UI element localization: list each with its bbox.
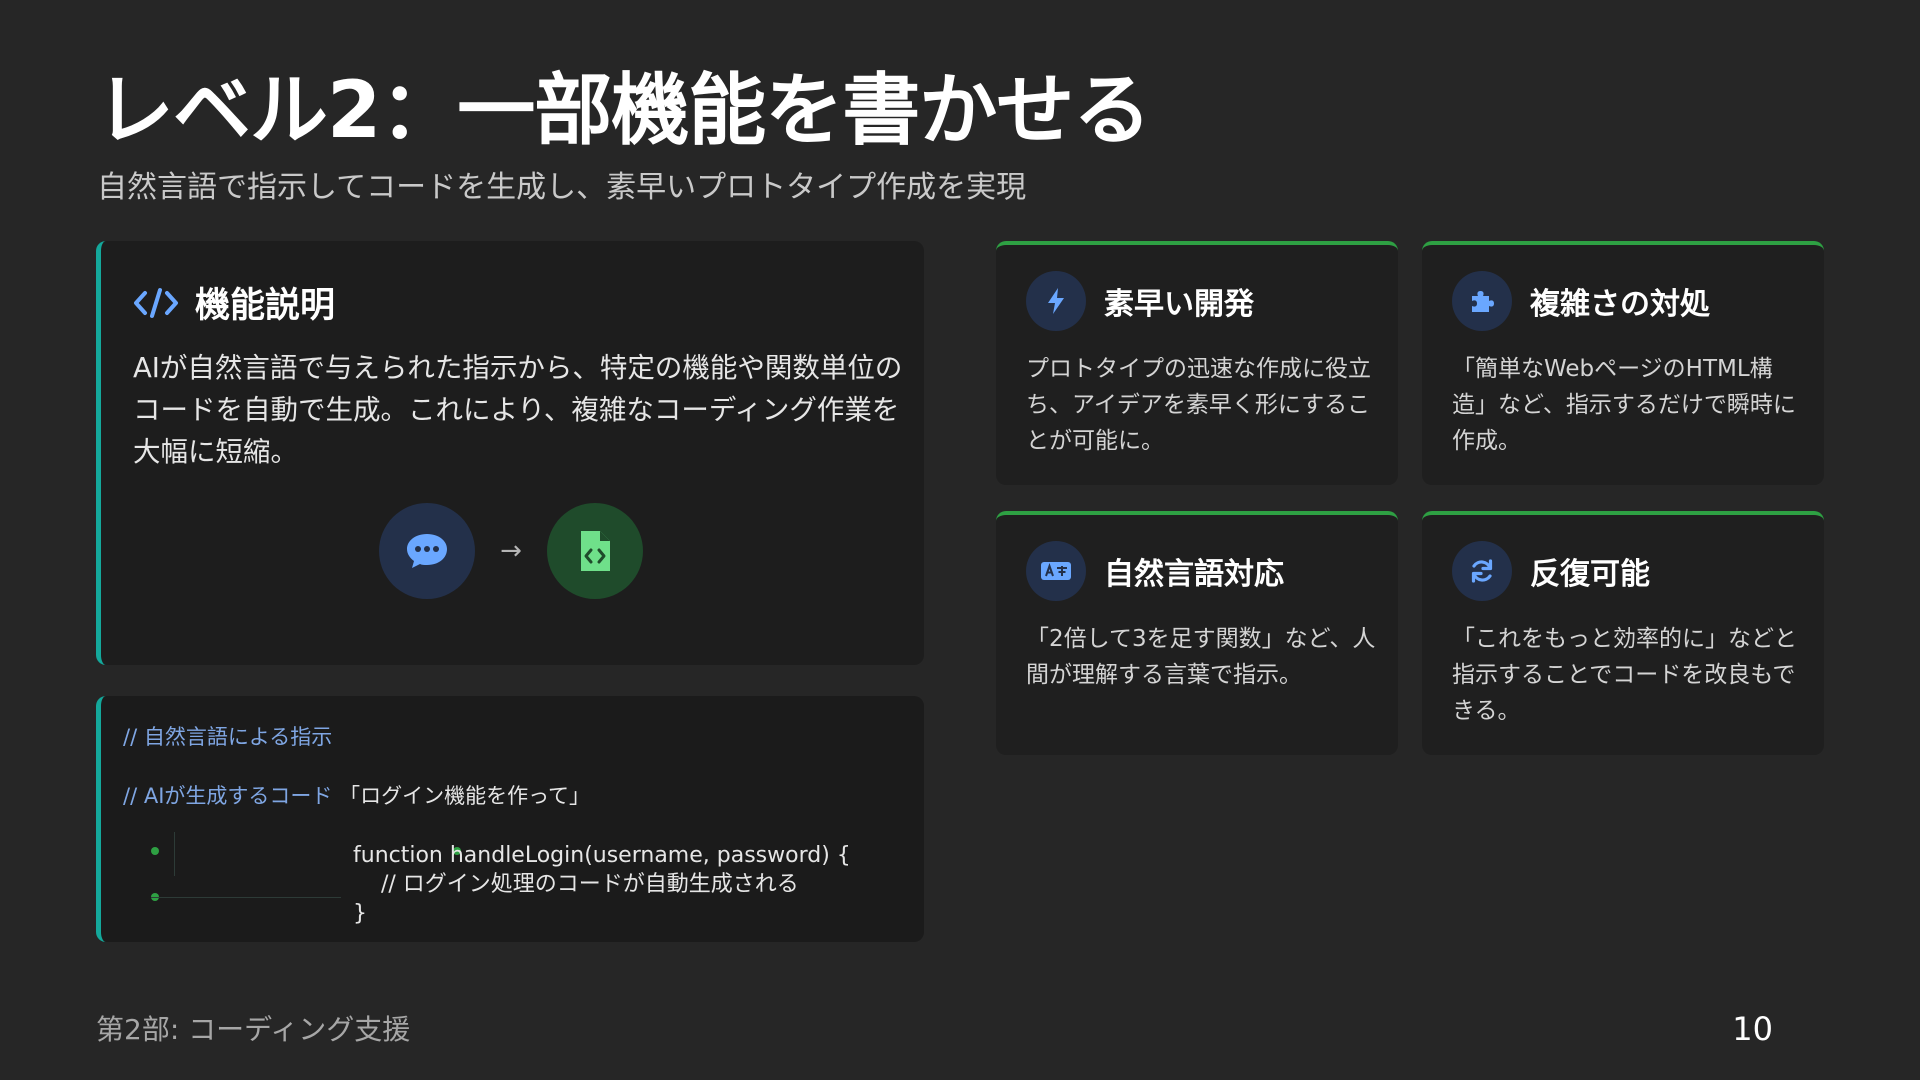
feature-text: 「簡単なWebページのHTML構造」など、指示するだけで瞬時に作成。 (1452, 356, 1796, 454)
generated-code-block: function handleLogin(username, password)… (353, 841, 851, 928)
code-example-card: // 自然言語による指示 // AIが生成するコード 「ログイン機能を作って」 … (96, 696, 924, 942)
connector-line (174, 832, 175, 876)
bolt-icon (1026, 271, 1086, 331)
chat-bubble-icon (379, 503, 475, 599)
feature-text: 「2倍して3を足す関数」など、人間が理解する言葉で指示。 (1026, 626, 1376, 688)
instruction-quote: 「ログイン機能を作って」 (339, 784, 591, 808)
feature-card-header: 素早い開発 (1026, 271, 1254, 331)
page-number: 10 (1732, 1010, 1773, 1048)
connector-line (151, 897, 341, 898)
code-comment-generated: // AIが生成するコード 「ログイン機能を作って」 (123, 780, 590, 810)
feature-card-fast-development: 素早い開発 プロトタイプの迅速な作成に役立ち、アイデアを素早く形にすることが可能… (996, 241, 1398, 485)
language-icon (1026, 541, 1086, 601)
code-line: function handleLogin(username, password)… (353, 843, 851, 868)
feature-card-header: 自然言語対応 (1026, 541, 1284, 601)
feature-card-header: 反復可能 (1452, 541, 1650, 601)
description-card-title: 機能説明 (195, 286, 336, 326)
code-line: } (353, 901, 367, 926)
description-card: 機能説明 AIが自然言語で与えられた指示から、特定の機能や関数単位のコードを自動… (96, 241, 924, 665)
feature-title: 複雑さの対処 (1530, 287, 1710, 322)
refresh-icon (1452, 541, 1512, 601)
flow-arrow: → (500, 536, 522, 566)
puzzle-icon (1452, 271, 1512, 331)
connector-dot (151, 847, 159, 855)
code-icon (133, 286, 179, 320)
feature-text: プロトタイプの迅速な作成に役立ち、アイデアを素早く形にすることが可能に。 (1026, 356, 1371, 454)
slide-title: レベル2：一部機能を書かせる (96, 66, 1151, 156)
instruction-to-code-flow: → (379, 503, 643, 599)
feature-text: 「これをもっと効率的に」などと指示することでコードを改良もできる。 (1452, 626, 1797, 724)
code-comment-generated-label: // AIが生成するコード (123, 784, 333, 808)
code-line: // ログイン処理のコードが自動生成される (353, 872, 799, 897)
feature-title: 自然言語対応 (1104, 557, 1284, 592)
feature-card-iterative: 反復可能 「これをもっと効率的に」などと指示することでコードを改良もできる。 (1422, 511, 1824, 755)
feature-title: 反復可能 (1530, 557, 1650, 592)
footer-section-label: 第2部: コーディング支援 (96, 1013, 411, 1046)
slide-subtitle: 自然言語で指示してコードを生成し、素早いプロトタイプ作成を実現 (97, 170, 1027, 205)
description-card-text: AIが自然言語で与えられた指示から、特定の機能や関数単位のコードを自動で生成。こ… (133, 352, 903, 468)
code-comment-instruction: // 自然言語による指示 (123, 725, 333, 749)
feature-card-complexity: 複雑さの対処 「簡単なWebページのHTML構造」など、指示するだけで瞬時に作成… (1422, 241, 1824, 485)
feature-title: 素早い開発 (1104, 287, 1254, 322)
feature-card-natural-language: 自然言語対応 「2倍して3を足す関数」など、人間が理解する言葉で指示。 (996, 511, 1398, 755)
code-file-icon (547, 503, 643, 599)
description-card-header: 機能説明 (133, 277, 335, 328)
feature-card-header: 複雑さの対処 (1452, 271, 1710, 331)
